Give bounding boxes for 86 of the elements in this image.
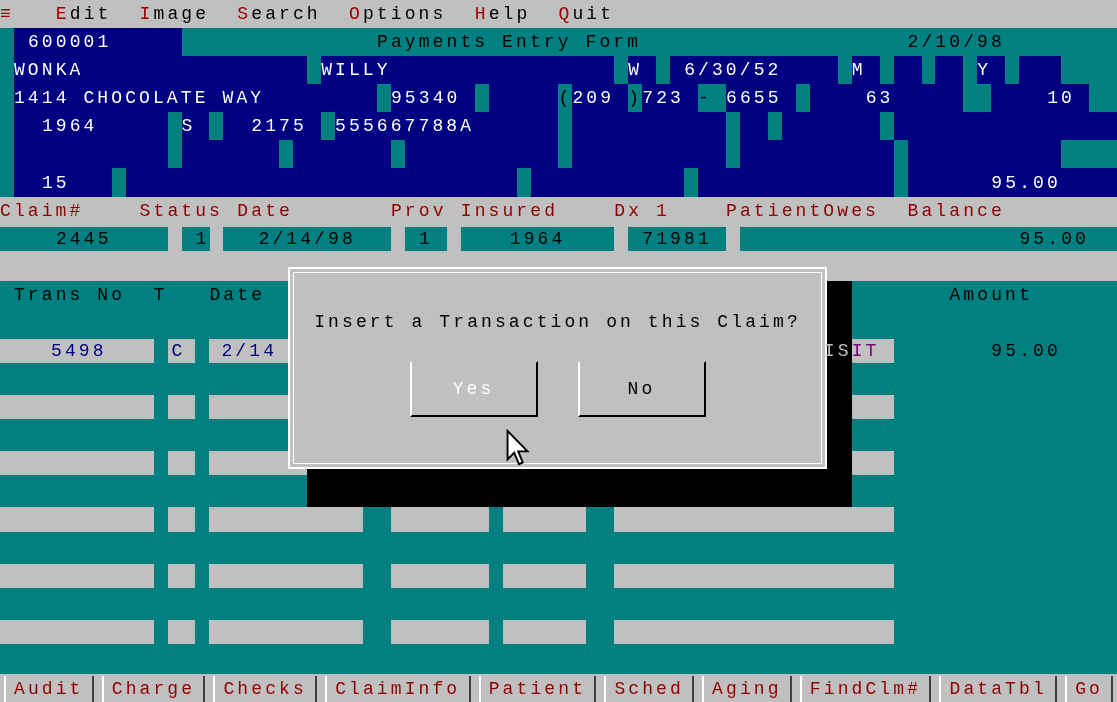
field-label: Date (237, 199, 294, 223)
claim-field[interactable]: 2445 (0, 226, 168, 251)
table-cell[interactable] (390, 563, 489, 588)
field-label: Dx 1 (614, 199, 671, 223)
table-cell[interactable] (0, 507, 154, 532)
empty-field (1061, 140, 1117, 169)
field-value[interactable]: 2175 (251, 112, 308, 141)
empty-field (209, 112, 224, 141)
field-value[interactable]: 6/30/52 (684, 56, 782, 85)
field-value[interactable]: M (851, 56, 866, 85)
field-value[interactable]: S (181, 112, 196, 141)
table-cell[interactable]: 5498 (0, 338, 154, 364)
field-label: Prov (390, 199, 447, 223)
field-value[interactable]: 95.00 (991, 168, 1062, 197)
function-key[interactable]: Checks (213, 675, 318, 702)
table-cell[interactable] (614, 507, 894, 532)
dialog-message: Insert a Transaction on this Claim? (314, 312, 801, 331)
amount-value: 95.00 (991, 340, 1062, 363)
empty-field (1061, 56, 1117, 85)
claim-field[interactable]: 1964 (460, 226, 615, 251)
field-value[interactable]: - (698, 84, 727, 113)
table-cell[interactable] (0, 563, 154, 588)
field-value[interactable]: 95340 (390, 84, 461, 113)
field-value[interactable]: 209 (572, 84, 615, 113)
field-value[interactable]: 10 (1047, 84, 1076, 113)
field-value[interactable]: W (628, 56, 643, 85)
table-cell[interactable] (167, 395, 196, 420)
claim-field[interactable]: 1 (181, 226, 210, 251)
field-label: Status (139, 199, 224, 223)
field-value[interactable]: WONKA (13, 56, 84, 85)
field-label: Balance (907, 199, 1006, 223)
column-header: Trans No (13, 283, 126, 307)
table-cell[interactable] (0, 619, 154, 644)
claim-field[interactable]: 71981 (628, 226, 727, 251)
empty-field (614, 56, 629, 85)
function-key[interactable]: Charge (101, 675, 206, 702)
column-header: T (153, 283, 168, 307)
column-header: Date (209, 283, 266, 307)
field-value[interactable]: 15 (41, 168, 70, 197)
claim-field[interactable]: 2/14/98 (223, 226, 391, 251)
table-cell[interactable] (390, 507, 489, 532)
field-value[interactable]: 1414 CHOCOLATE WAY (13, 84, 266, 113)
table-cell[interactable] (209, 507, 363, 532)
field-label: Claim# (0, 199, 84, 223)
table-cell[interactable] (0, 451, 154, 476)
empty-field (1005, 56, 1020, 85)
no-button[interactable]: No (577, 360, 706, 417)
function-key[interactable]: ClaimInfo (325, 675, 471, 702)
function-key[interactable]: Patient (478, 675, 597, 702)
field-value[interactable]: 63 (865, 84, 894, 113)
table-cell[interactable] (167, 507, 196, 532)
table-cell[interactable] (502, 507, 587, 532)
function-key[interactable]: DataTbl (939, 675, 1058, 702)
function-key[interactable]: Go (1065, 675, 1113, 702)
field-value[interactable]: 723 (642, 84, 685, 113)
field-value[interactable]: WILLY (321, 56, 391, 85)
claim-field[interactable]: 95.00 (740, 226, 1117, 251)
function-key[interactable]: Audit (4, 675, 94, 702)
empty-field (656, 56, 671, 85)
function-key[interactable]: FindClm# (799, 675, 932, 702)
field-value[interactable]: 600001 (27, 28, 112, 57)
empty-field (307, 56, 322, 85)
field-value[interactable]: 1964 (41, 112, 98, 141)
function-key[interactable]: Sched (604, 675, 695, 702)
empty-field (1089, 84, 1117, 113)
empty-field (726, 112, 740, 169)
table-cell[interactable] (167, 451, 196, 476)
table-cell[interactable] (614, 619, 894, 644)
field-value[interactable]: Y (977, 56, 992, 85)
field-label: Insured (460, 199, 559, 223)
function-key[interactable]: Aging (702, 675, 792, 702)
claim-field[interactable]: 1 (404, 226, 447, 251)
field-value[interactable]: 555667788A (335, 112, 475, 141)
empty-field (321, 112, 336, 141)
empty-field (963, 84, 992, 113)
table-cell[interactable] (614, 563, 894, 588)
table-cell[interactable] (209, 619, 363, 644)
empty-field (684, 168, 699, 197)
field-label: PatientOwes (726, 199, 880, 223)
menu-item[interactable]: ≡ (0, 0, 14, 29)
table-cell[interactable] (390, 619, 489, 644)
table-cell[interactable] (0, 395, 154, 420)
table-cell[interactable] (209, 563, 363, 588)
column-header: Amount (949, 283, 1034, 307)
empty-field (279, 140, 294, 169)
field-value[interactable]: 6655 (726, 84, 782, 113)
